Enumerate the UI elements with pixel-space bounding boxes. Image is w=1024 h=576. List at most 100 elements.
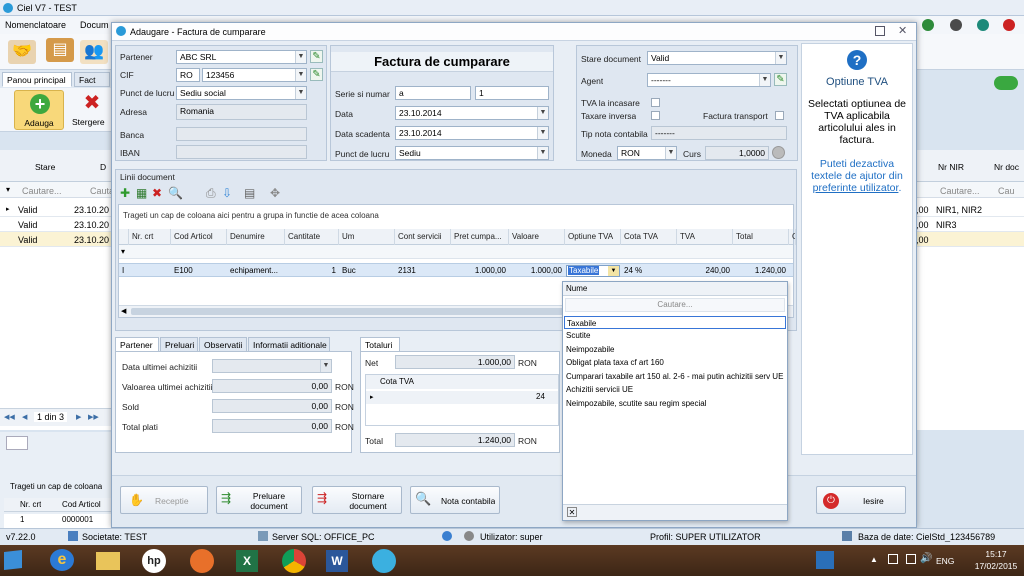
data-picker[interactable]: 23.10.2014 ▼ xyxy=(395,106,549,120)
table-row[interactable]: ,00 NIR1, NIR2 xyxy=(914,202,1024,217)
tab-panou-principal[interactable]: Panou principal xyxy=(2,72,72,87)
col-tva[interactable]: TVA xyxy=(677,229,733,245)
cif-combo[interactable]: 123456 ▼ xyxy=(202,68,307,82)
exit-app-icon[interactable] xyxy=(1003,19,1015,31)
delete-line-icon[interactable]: ✖ xyxy=(152,186,162,200)
chrome-icon[interactable] xyxy=(282,549,306,573)
cell-tva[interactable]: 240,00 xyxy=(677,264,733,278)
menu-nomenclatoare[interactable]: Nomenclatoare xyxy=(5,20,66,30)
clipboard-icon[interactable]: ▤ xyxy=(46,38,74,62)
edit-agent-icon[interactable]: ✎ xyxy=(774,73,787,86)
tab-totaluri[interactable]: Totaluri xyxy=(360,337,400,352)
clock-time[interactable]: 15:17 xyxy=(976,549,1016,559)
chevron-down-icon[interactable]: ▼ xyxy=(537,107,548,119)
table-row[interactable]: ▸ 24 xyxy=(366,391,558,404)
chevron-down-icon[interactable]: ▼ xyxy=(537,147,548,159)
tva-incasare-checkbox[interactable] xyxy=(651,98,660,107)
col-extra[interactable]: C xyxy=(789,229,796,245)
chevron-down-icon[interactable]: ▼ xyxy=(295,87,306,99)
edit-cif-icon[interactable]: ✎ xyxy=(310,68,323,81)
iesire-button[interactable]: ⏻ Iesire xyxy=(816,486,906,514)
stornare-document-button[interactable]: ⇶ Stornare document xyxy=(312,486,402,514)
explorer-icon[interactable] xyxy=(96,552,120,570)
factura-transport-checkbox[interactable] xyxy=(775,111,784,120)
filter-nir-input[interactable]: Cautare... xyxy=(940,186,980,196)
cell-cota-tva[interactable]: 24 % xyxy=(621,264,677,278)
table-row[interactable]: I E100 echipament... 1 Buc 2131 1.000,00… xyxy=(119,263,793,277)
data-scadenta-picker[interactable]: 23.10.2014 ▼ xyxy=(395,126,549,140)
punct-lucru-combo[interactable]: Sediu social ▼ xyxy=(176,86,307,100)
scroll-left-icon[interactable]: ◀ xyxy=(121,307,126,315)
print-icon[interactable]: ⎙ xyxy=(206,186,216,200)
punct-lucru-header-combo[interactable]: Sediu ▼ xyxy=(395,146,549,160)
chevron-down-icon[interactable]: ▼ xyxy=(775,52,786,64)
language-indicator[interactable]: ENG xyxy=(936,556,954,566)
word-app-icon[interactable]: W xyxy=(326,550,348,572)
agent-combo[interactable]: ------- ▼ xyxy=(647,73,771,87)
edit-partner-icon[interactable]: ✎ xyxy=(310,50,323,63)
cell-cantitate[interactable]: 1 xyxy=(285,264,339,278)
hp-icon[interactable]: hp xyxy=(142,549,166,573)
col-nr-nir[interactable]: Nr NIR xyxy=(938,162,964,172)
col-data[interactable]: D xyxy=(100,162,106,172)
cell-um[interactable]: Buc xyxy=(339,264,395,278)
chat-icon[interactable] xyxy=(994,76,1018,90)
cell-total[interactable]: 1.240,00 xyxy=(733,264,789,278)
cell-pret[interactable]: 1.000,00 xyxy=(451,264,509,278)
pager-last-icon[interactable]: ▶▶ xyxy=(88,413,99,421)
tray-flag-icon[interactable] xyxy=(888,554,898,564)
tab-partener[interactable]: Partener xyxy=(115,337,159,352)
menu-documente[interactable]: Docum xyxy=(80,20,109,30)
tray-arrow-icon[interactable]: ▲ xyxy=(870,555,878,564)
receptie-button[interactable]: ✋ Receptie xyxy=(120,486,208,514)
close-icon[interactable]: ✕ xyxy=(898,24,907,37)
excel-app-icon[interactable]: X xyxy=(236,550,258,572)
popup-search-input[interactable]: Cautare... xyxy=(565,298,785,312)
tva-option[interactable]: Cumparari taxabile art 150 al. 2-6 - mai… xyxy=(564,370,786,383)
tva-option[interactable]: Achizitii servicii UE xyxy=(564,383,786,396)
cif-prefix-field[interactable]: RO xyxy=(176,68,200,82)
restore-icon[interactable] xyxy=(875,26,885,36)
filter-doc-input[interactable]: Cau xyxy=(998,186,1015,196)
pager-first-icon[interactable]: ◀◀ xyxy=(4,413,15,421)
col-stare[interactable]: Stare xyxy=(35,162,55,172)
tab-informatii-aditionale[interactable]: Informatii aditionale xyxy=(248,337,330,352)
excel-icon[interactable]: ▦ xyxy=(136,186,147,200)
col-nr-crt[interactable]: Nr. crt xyxy=(129,229,171,245)
zoom-icon[interactable]: 🔍 xyxy=(168,186,183,200)
col-nr-crt[interactable]: Nr. crt xyxy=(20,500,41,509)
cell-denumire[interactable]: echipament... xyxy=(227,264,285,278)
volume-icon[interactable]: 🔊 xyxy=(920,553,932,564)
numar-field[interactable]: 1 xyxy=(475,86,549,100)
table-row[interactable]: ,00 NIR3 xyxy=(914,217,1024,232)
col-denumire[interactable]: Denumire xyxy=(227,229,285,245)
col-cod-articol[interactable]: Cod Articol xyxy=(171,229,227,245)
info-icon[interactable] xyxy=(950,19,962,31)
optiune-tva-editor[interactable]: Taxabile ▼ xyxy=(566,265,620,277)
pager-next-icon[interactable]: ▶ xyxy=(76,413,81,421)
filter-stare-input[interactable]: Cautare... xyxy=(22,186,62,196)
popup-close-icon[interactable]: ✕ xyxy=(567,507,577,517)
stare-document-combo[interactable]: Valid ▼ xyxy=(647,51,787,65)
serie-field[interactable]: a xyxy=(395,86,471,100)
tva-option[interactable]: Taxabile xyxy=(564,316,786,329)
table-row[interactable]: ,00 xyxy=(914,232,1024,247)
cell-cont-servicii[interactable]: 2131 xyxy=(395,264,451,278)
network-icon[interactable] xyxy=(906,554,916,564)
preferences-link[interactable]: preferinte utilizator xyxy=(813,182,899,194)
chevron-down-icon[interactable]: ▼ xyxy=(295,69,306,81)
tab-preluari[interactable]: Preluari xyxy=(160,337,198,352)
cell-cod-articol[interactable]: E100 xyxy=(171,264,227,278)
pager-prev-icon[interactable]: ◀ xyxy=(22,413,27,421)
col-cont-servicii[interactable]: Cont servicii xyxy=(395,229,451,245)
col-total[interactable]: Total xyxy=(733,229,789,245)
col-um[interactable]: Um xyxy=(339,229,395,245)
partner-combo[interactable]: ABC SRL ▼ xyxy=(176,50,307,64)
taxare-inversa-checkbox[interactable] xyxy=(651,111,660,120)
popup-header[interactable]: Nume xyxy=(563,282,787,296)
chevron-down-icon[interactable]: ▼ xyxy=(537,127,548,139)
add-button[interactable]: + Adauga xyxy=(14,90,64,130)
view-options-icon[interactable] xyxy=(6,436,28,450)
ciel-app-icon[interactable] xyxy=(372,549,396,573)
tva-option[interactable]: Scutite xyxy=(564,329,786,342)
